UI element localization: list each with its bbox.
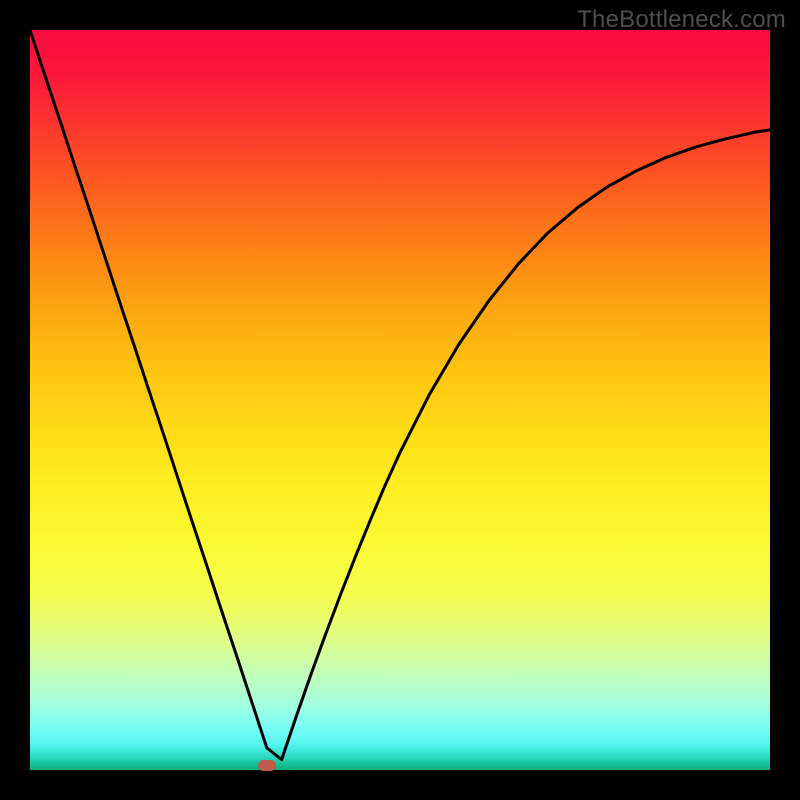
chart-frame: TheBottleneck.com [0,0,800,800]
watermark-text: TheBottleneck.com [577,6,786,34]
bottleneck-curve [30,30,770,760]
plot-area [30,30,770,770]
minimum-marker [258,760,276,771]
curve-svg [30,30,770,770]
